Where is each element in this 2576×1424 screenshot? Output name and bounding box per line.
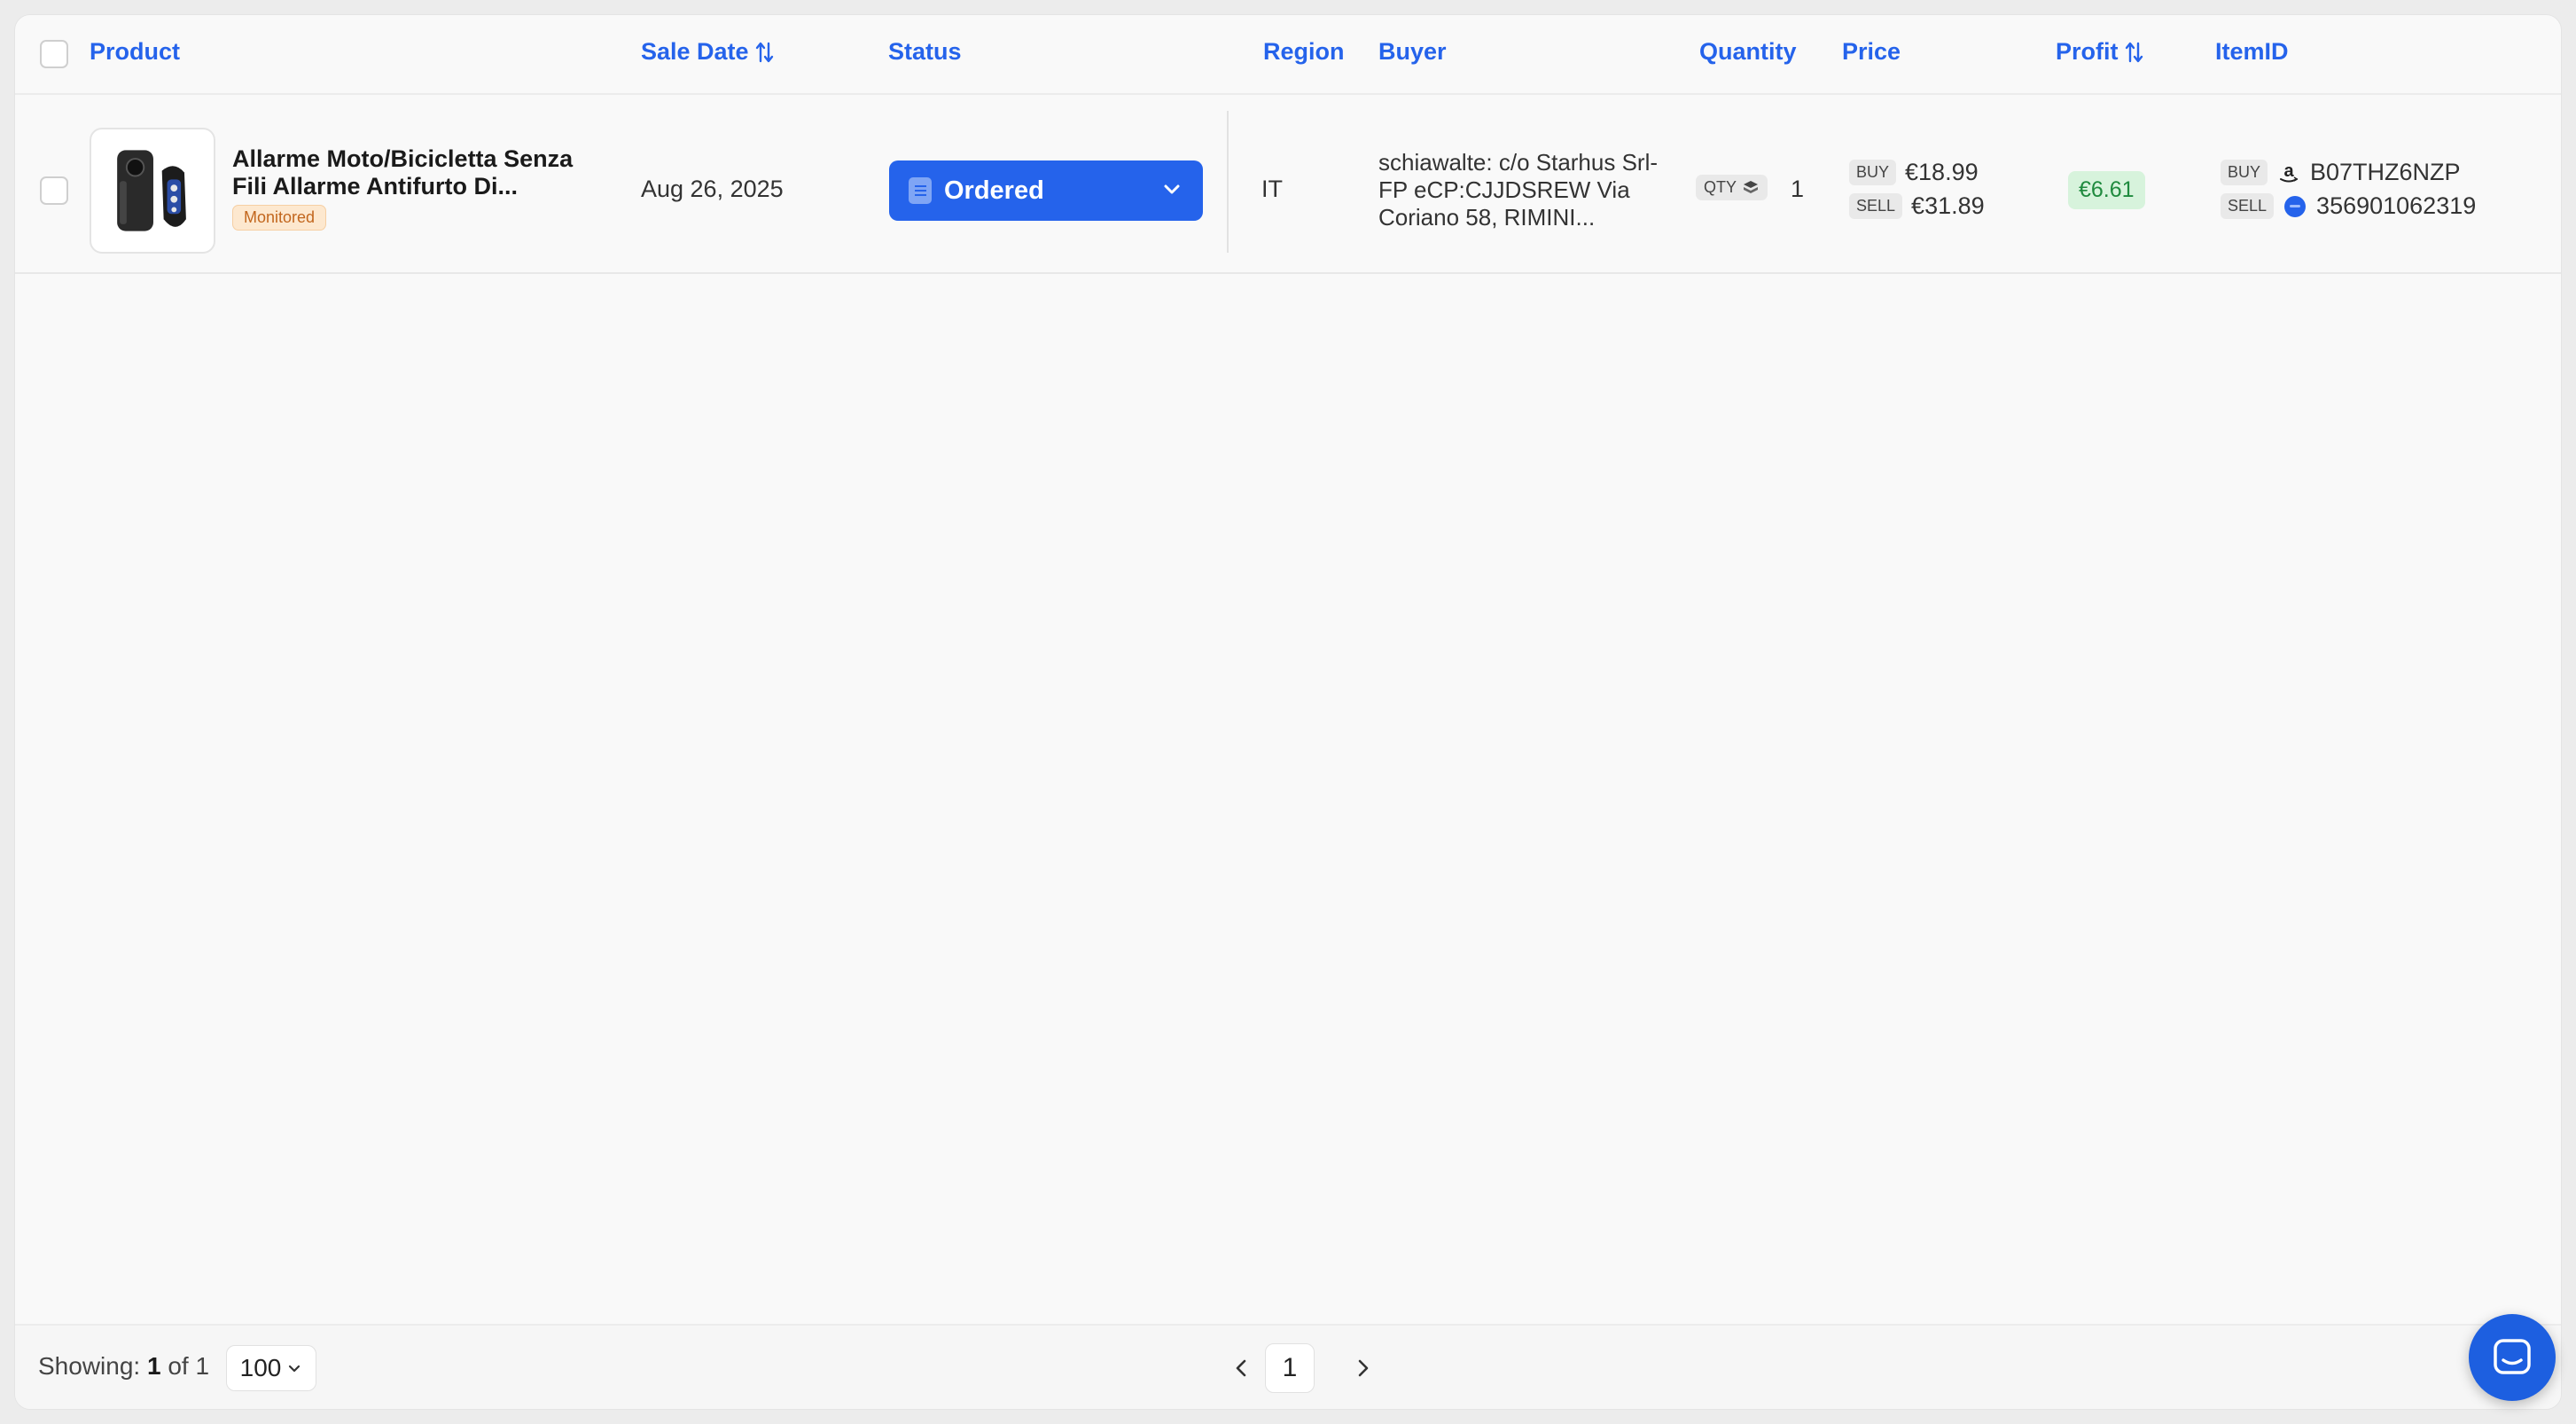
sale-date: Aug 26, 2025	[641, 176, 784, 202]
qty-label: QTY	[1704, 178, 1737, 196]
table-row[interactable]: Allarme Moto/Bicicletta Senza Fili Allar…	[15, 97, 2561, 274]
column-divider	[1227, 111, 1229, 253]
product-title[interactable]: Allarme Moto/Bicicletta Senza Fili Allar…	[232, 145, 605, 200]
status-label: Ordered	[944, 176, 1044, 205]
sell-price-line: SELL €31.89	[1849, 192, 1985, 220]
column-header-label: Status	[888, 38, 962, 65]
ebay-icon	[2284, 195, 2307, 217]
orders-table-card: Product Sale Date Status Region Buyer Qu…	[14, 14, 2562, 1410]
buyer-address: schiawalte: c/o Starhus Srl-FP eCP:CJJDS…	[1378, 149, 1659, 231]
column-header-quantity[interactable]: Quantity	[1699, 38, 1797, 66]
column-header-label: Sale Date	[641, 38, 749, 65]
status-dropdown[interactable]: Ordered	[889, 160, 1203, 221]
svg-text:a: a	[2283, 161, 2294, 181]
showing-total: of 1	[168, 1352, 210, 1380]
column-header-label: Price	[1842, 38, 1901, 65]
product-image	[117, 150, 186, 231]
column-header-price[interactable]: Price	[1842, 38, 1901, 66]
per-page-value: 100	[239, 1354, 282, 1381]
sort-arrows-icon[interactable]	[2124, 40, 2145, 65]
qty-tag: QTY	[1696, 175, 1768, 200]
buy-price-line: BUY €18.99	[1849, 159, 1979, 186]
region-value: IT	[1261, 176, 1283, 202]
chat-icon	[2494, 1339, 2531, 1374]
column-header-label: ItemID	[2215, 38, 2289, 65]
row-select-checkbox[interactable]	[40, 176, 68, 205]
column-header-profit[interactable]: Profit	[2056, 38, 2145, 66]
select-all-checkbox[interactable]	[40, 40, 68, 68]
column-header-status[interactable]: Status	[888, 38, 962, 66]
amazon-icon: a	[2280, 161, 2299, 182]
buy-item-line[interactable]: BUY a B07THZ6NZP	[2221, 159, 2461, 186]
showing-label: Showing:	[38, 1352, 141, 1380]
buy-tag: BUY	[1849, 160, 1897, 185]
buy-tag: BUY	[2221, 160, 2268, 185]
profit-badge: €6.61	[2068, 171, 2145, 209]
sell-tag: SELL	[2221, 193, 2275, 219]
table-header: Product Sale Date Status Region Buyer Qu…	[15, 15, 2561, 95]
column-header-label: Profit	[2056, 38, 2119, 65]
product-thumbnail[interactable]	[90, 128, 215, 254]
showing-count-value: 1	[146, 1352, 161, 1380]
monitored-badge: Monitored	[232, 205, 327, 231]
sell-item-line[interactable]: SELL 356901062319	[2221, 192, 2476, 220]
per-page-select[interactable]: 100	[226, 1345, 316, 1391]
sell-price: €31.89	[1911, 192, 1985, 219]
sort-arrows-icon[interactable]	[754, 40, 776, 65]
sell-item-id[interactable]: 356901062319	[2316, 192, 2476, 220]
buy-price: €18.99	[1905, 159, 1979, 185]
page-number-button[interactable]: 1	[1265, 1343, 1315, 1393]
column-header-label: Quantity	[1699, 38, 1797, 65]
chevron-down-icon	[289, 1365, 301, 1373]
column-header-label: Product	[90, 38, 181, 65]
chevron-down-icon	[1164, 184, 1180, 194]
column-header-label: Buyer	[1378, 38, 1447, 65]
chevron-left-icon[interactable]	[1228, 1352, 1254, 1384]
document-icon	[909, 177, 932, 204]
sell-tag: SELL	[1849, 193, 1903, 219]
chevron-right-icon[interactable]	[1350, 1352, 1377, 1384]
column-header-item-id[interactable]: ItemID	[2215, 38, 2289, 66]
box-stack-icon	[1744, 180, 1759, 193]
showing-count: Showing: 1 of 1	[38, 1352, 209, 1381]
column-header-region[interactable]: Region	[1263, 38, 1345, 66]
column-header-label: Region	[1263, 38, 1345, 65]
quantity-value: 1	[1791, 176, 1805, 202]
table-footer: Showing: 1 of 1 100 1	[15, 1324, 2561, 1409]
column-header-product[interactable]: Product	[90, 38, 180, 66]
chat-launcher-button[interactable]	[2469, 1314, 2556, 1401]
column-header-sale-date[interactable]: Sale Date	[641, 38, 776, 66]
buy-item-id[interactable]: B07THZ6NZP	[2310, 159, 2461, 186]
column-header-buyer[interactable]: Buyer	[1378, 38, 1447, 66]
